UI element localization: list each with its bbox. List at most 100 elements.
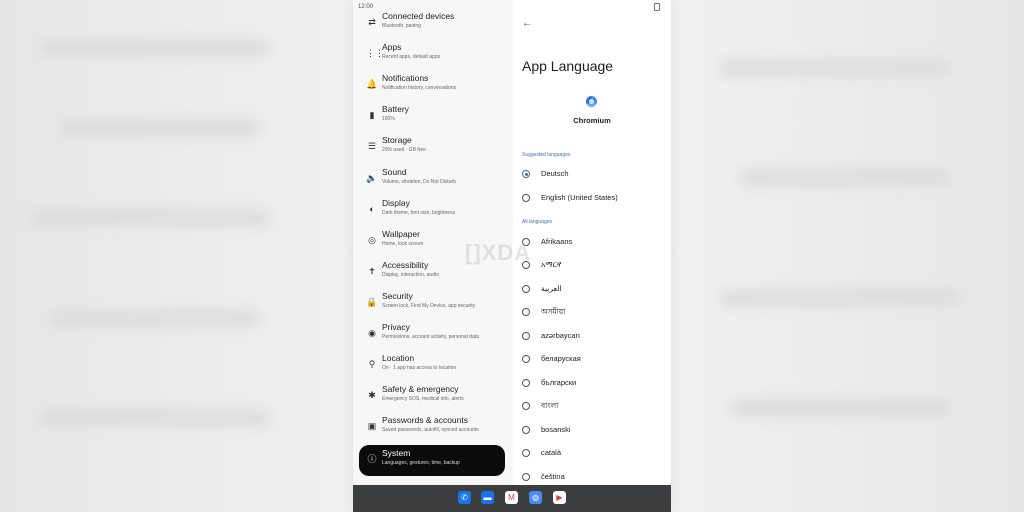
apps-icon: ⋮⋮ xyxy=(366,48,384,59)
storage-icon: ☰ xyxy=(367,141,377,152)
language-option[interactable]: Deutsch xyxy=(522,169,667,190)
info-icon: ⓘ xyxy=(367,454,377,465)
settings-item-connected-devices[interactable]: ⇄ Connected devices Bluetooth, pairing xyxy=(353,8,513,39)
language-option[interactable]: azərbaycan xyxy=(522,330,667,352)
language-label: অসমীয়া xyxy=(541,307,566,316)
language-option[interactable]: čeština xyxy=(522,471,667,486)
settings-item-system[interactable]: ⓘ System Languages, gestures, time, backup xyxy=(359,445,505,477)
settings-item-subtitle: Permissions, account activity, personal … xyxy=(382,334,479,340)
language-option[interactable]: bosanski xyxy=(522,425,667,446)
settings-item-apps[interactable]: ⋮⋮ Apps Recent apps, default apps xyxy=(353,39,513,70)
language-label: azərbaycan xyxy=(541,330,580,340)
settings-item-battery[interactable]: ▮ Battery 100% xyxy=(353,101,513,132)
bell-icon: 🔔 xyxy=(366,79,378,90)
blur-stripe xyxy=(40,410,270,426)
radio-button[interactable] xyxy=(522,308,530,316)
blur-stripe xyxy=(40,40,270,56)
language-label: বাংলা xyxy=(541,401,559,410)
settings-item-location[interactable]: ⚲ Location On · 1 app has access to locati… xyxy=(353,350,513,381)
blur-stripe xyxy=(30,210,270,226)
settings-item-subtitle: Languages, gestures, time, backup xyxy=(382,460,460,467)
battery-icon: ▮ xyxy=(369,110,375,121)
chromium-app-icon[interactable]: ◍ xyxy=(529,491,542,504)
settings-item-security[interactable]: 🔒 Security Screen lock, Find My Device, ap… xyxy=(353,288,513,319)
location-pin-icon: ⚲ xyxy=(368,359,376,370)
settings-item-privacy[interactable]: ◉ Privacy Permissions, account activity, p… xyxy=(353,319,513,350)
settings-item-title: System xyxy=(382,448,411,459)
settings-item-subtitle: Dark theme, font size, brightness xyxy=(382,209,456,216)
radio-button[interactable] xyxy=(522,170,530,178)
blur-stripe xyxy=(60,120,260,136)
blur-stripe xyxy=(50,310,260,326)
language-label: Deutsch xyxy=(541,169,569,178)
radio-button[interactable] xyxy=(522,284,530,293)
language-option[interactable]: Afrikaans xyxy=(522,236,667,258)
radio-button[interactable] xyxy=(522,472,530,481)
radio-button[interactable] xyxy=(522,355,530,363)
radio-button[interactable] xyxy=(522,331,530,340)
settings-item-subtitle: Home, lock screen xyxy=(382,240,424,247)
settings-item-subtitle: Saved passwords, autofill, synced accoun… xyxy=(382,427,479,434)
settings-item-title: Security xyxy=(382,290,413,301)
language-option[interactable]: English (United States) xyxy=(522,192,667,214)
settings-item-subtitle: 29% used · GB free xyxy=(382,147,426,154)
language-option[interactable]: አማርኛ xyxy=(522,260,667,281)
taskbar-dock: ✆ ▬ M ◍ ▶ xyxy=(353,485,671,512)
settings-item-title: Passwords & accounts xyxy=(382,415,468,426)
settings-item-subtitle: Notification history, conversations xyxy=(382,85,457,92)
page-title: App Language xyxy=(522,58,614,74)
language-label: čeština xyxy=(541,471,565,481)
settings-item-safety-emergency[interactable]: ✱ Safety & emergency Emergency SOS, medica… xyxy=(353,381,513,412)
settings-item-title: Location xyxy=(382,353,415,364)
language-label: беларуская xyxy=(541,354,581,363)
lock-icon: 🔒 xyxy=(366,296,378,307)
settings-item-subtitle: Bluetooth, pairing xyxy=(382,23,421,29)
xda-watermark: []XDA xyxy=(465,240,531,266)
suggested-languages-header: Suggested languages xyxy=(522,152,571,158)
app-language-panel: ← App Language Chromium Suggested langua… xyxy=(513,0,671,485)
watermark-text: XDA xyxy=(481,240,532,265)
radio-button[interactable] xyxy=(522,425,530,434)
language-option[interactable]: български xyxy=(522,378,667,399)
settings-item-subtitle: Volume, vibration, Do Not Disturb xyxy=(382,178,456,185)
language-option[interactable]: অসমীয়া xyxy=(522,307,667,328)
accessibility-icon: ✝ xyxy=(368,265,376,276)
blur-stripe xyxy=(730,400,950,416)
status-time: 12:00 xyxy=(358,4,374,10)
settings-item-passwords-accounts[interactable]: ▣ Passwords & accounts Saved passwords, au… xyxy=(353,412,513,443)
radio-button[interactable] xyxy=(522,378,530,387)
settings-item-title: Apps xyxy=(382,42,402,53)
language-label: català xyxy=(541,448,562,457)
eye-icon: ◉ xyxy=(368,328,376,338)
app-name: Chromium xyxy=(573,116,611,125)
settings-item-display[interactable]: ◐ Display Dark theme, font size, brightnes… xyxy=(353,195,513,226)
blur-stripe xyxy=(720,290,960,306)
settings-item-sound[interactable]: 🔈 Sound Volume, vibration, Do Not Disturb xyxy=(353,164,513,195)
radio-button[interactable] xyxy=(522,402,530,410)
battery-status-icon xyxy=(654,3,660,11)
language-label: English (United States) xyxy=(541,192,618,202)
play-store-app-icon[interactable]: ▶ xyxy=(553,491,566,504)
phone-app-icon[interactable]: ✆ xyxy=(458,491,471,504)
language-option[interactable]: বাংলা xyxy=(522,401,667,422)
radio-button[interactable] xyxy=(522,193,530,202)
settings-item-subtitle: On · 1 app has access to location xyxy=(382,365,457,372)
settings-item-title: Accessibility xyxy=(382,259,429,270)
messages-app-icon[interactable]: ▬ xyxy=(481,491,494,504)
settings-item-title: Battery xyxy=(382,104,409,115)
language-label: Afrikaans xyxy=(541,236,573,246)
settings-item-storage[interactable]: ☰ Storage 29% used · GB free xyxy=(353,132,513,163)
account-icon: ▣ xyxy=(367,421,377,432)
settings-item-title: Sound xyxy=(382,166,407,177)
back-arrow-icon[interactable]: ← xyxy=(522,18,532,29)
language-option[interactable]: العربية xyxy=(522,284,667,305)
all-languages-header: All languages xyxy=(522,219,553,225)
status-bar: 12:00 xyxy=(353,0,671,12)
blur-stripe xyxy=(720,60,950,76)
language-option[interactable]: català xyxy=(522,448,667,469)
gmail-app-icon[interactable]: M xyxy=(505,491,518,504)
radio-button[interactable] xyxy=(522,449,530,457)
language-option[interactable]: беларуская xyxy=(522,354,667,375)
settings-item-notifications[interactable]: 🔔 Notifications Notification history, conv… xyxy=(353,70,513,101)
settings-item-title: Privacy xyxy=(382,322,410,332)
